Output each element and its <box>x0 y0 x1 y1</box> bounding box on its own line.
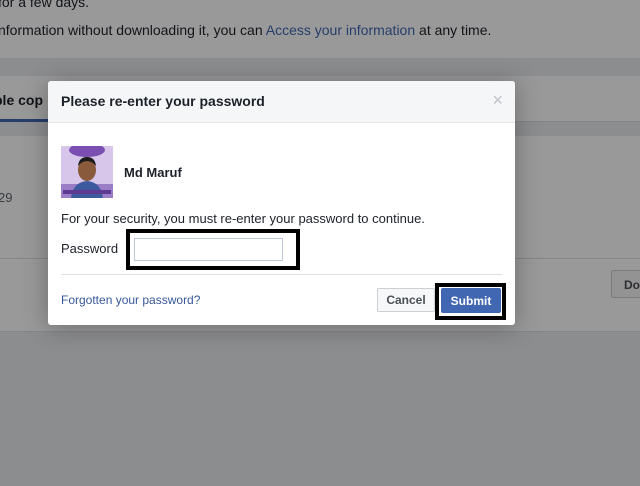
dialog-title: Please re-enter your password <box>61 93 265 109</box>
dialog-divider <box>61 274 502 275</box>
security-message: For your security, you must re-enter you… <box>61 211 425 226</box>
reenter-password-dialog: Please re-enter your password × Md Maruf… <box>48 81 515 325</box>
cancel-button[interactable]: Cancel <box>377 288 435 312</box>
submit-button[interactable]: Submit <box>441 288 501 313</box>
close-icon[interactable]: × <box>492 91 503 109</box>
password-label: Password <box>61 241 119 256</box>
dialog-header: Please re-enter your password × <box>48 81 515 123</box>
forgotten-password-link[interactable]: Forgotten your password? <box>61 293 200 307</box>
avatar <box>61 146 113 198</box>
user-name: Md Maruf <box>124 165 182 180</box>
password-input[interactable] <box>134 238 283 261</box>
